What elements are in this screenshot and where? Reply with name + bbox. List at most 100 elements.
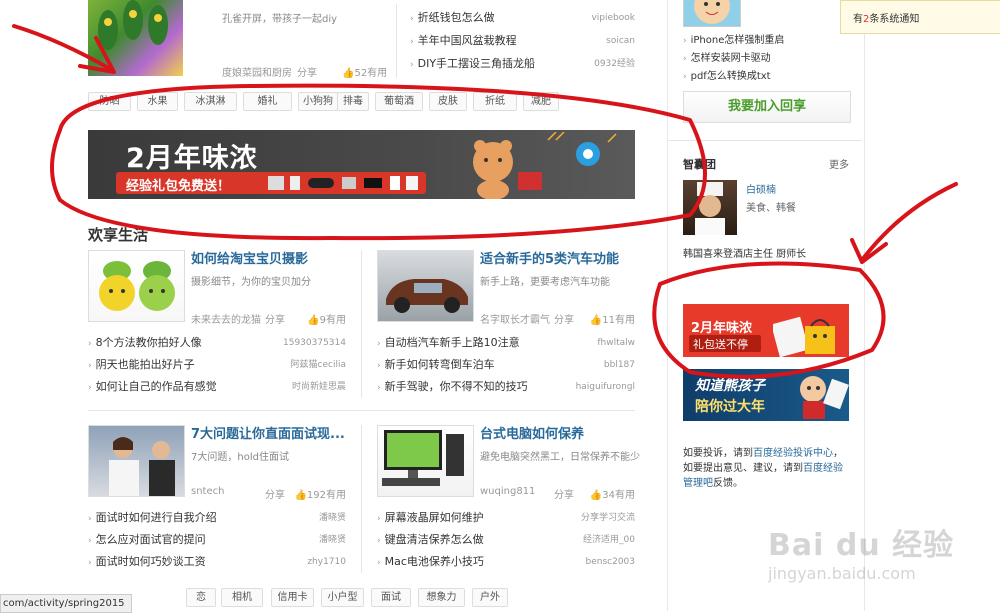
share-link[interactable]: 分享 [265,311,285,326]
ad-line2: 礼包送不停 [689,335,761,352]
card-author-name[interactable]: 度娘菜园和厨房 [222,64,292,79]
list-item-source[interactable]: 潘晓贤 [319,509,346,527]
card-title[interactable]: 如何给淘宝宝贝摄影 [191,248,308,267]
tag-chip[interactable]: 小户型 [321,588,364,607]
list-item-title[interactable]: Mac电池保养小技巧 [385,555,484,568]
tag-chip[interactable]: 相机 [221,588,263,607]
card-author-name[interactable]: sntech [191,486,224,497]
list-item[interactable]: › 阴天也能拍出好片子 阿兹猫cecilia [88,356,346,374]
sidebar-ad-kids[interactable]: 知道熊孩子 陪你过大年 [683,369,849,421]
list-item-title[interactable]: 屏幕液晶屏如何维护 [385,511,484,524]
list-item-title[interactable]: 8个方法教你拍好人像 [96,336,202,349]
tag-chip[interactable]: 折纸 [473,92,517,111]
share-link[interactable]: 分享 [554,486,574,501]
person-name[interactable]: 白硕楠 [746,181,776,196]
list-item-title[interactable]: 面试时如何巧妙谈工资 [96,555,206,568]
list-item-title[interactable]: 如何让自己的作品有感觉 [96,380,217,393]
list-item-source[interactable]: 时尚新娃思晨 [292,378,346,396]
tag-chip[interactable]: 恋 [186,588,216,607]
tag-chip[interactable]: 葡萄酒 [375,92,423,111]
card-thumbnail[interactable] [88,250,185,322]
tag-chip[interactable]: 水果 [137,92,178,111]
card-title[interactable]: 7大问题让你直面面试现... [191,423,345,442]
list-item-title[interactable]: DIY手工摆设三角插龙船 [418,57,535,70]
list-item-title[interactable]: 阴天也能拍出好片子 [96,358,195,371]
list-item-source[interactable]: bensc2003 [586,553,636,571]
card-author-name[interactable]: 未来去去的龙猫 [191,311,261,326]
tag-chip[interactable]: 小狗狗 [298,92,338,111]
useful-count: 👍9有用 [307,311,346,326]
tag-chip[interactable]: 婚礼 [243,92,292,111]
join-button[interactable]: 我要加入回享 [683,91,851,123]
list-item-title[interactable]: 新手如何转弯倒车泊车 [385,358,495,371]
list-item[interactable]: › 8个方法教你拍好人像 15930375314 [88,334,346,352]
peacock-thumbnail[interactable] [88,0,183,76]
system-notice[interactable]: 有2条系统通知 [840,0,1000,34]
list-item[interactable]: › 新手如何转弯倒车泊车 bbl187 [377,356,635,374]
list-item-title[interactable]: 怎么应对面试官的提问 [96,533,206,546]
complaint-center-link[interactable]: 百度经验投诉中心 [753,448,833,459]
list-item-source[interactable]: soican [606,32,635,50]
tag-chip[interactable]: 户外 [472,588,508,607]
list-item[interactable]: › 面试时如何巧妙谈工资 zhy1710 [88,553,346,571]
sidebar-link-text[interactable]: 怎样安装网卡驱动 [691,53,771,64]
tag-chip[interactable]: 冰淇淋 [184,92,237,111]
user-avatar[interactable] [683,0,741,27]
tag-chip[interactable]: 信用卡 [271,588,314,607]
list-item[interactable]: › Mac电池保养小技巧 bensc2003 [377,553,635,571]
sidebar-ad-spring[interactable]: 2月年味浓 礼包送不停 [683,304,849,357]
share-link[interactable]: 分享 [265,486,285,501]
card-author-name[interactable]: wuqing811 [480,486,535,497]
list-item-source[interactable]: bbl187 [604,356,635,374]
card-thumbnail[interactable] [377,425,474,497]
list-item-source[interactable]: fhwltalw [597,334,635,352]
list-item[interactable]: › DIY手工摆设三角插龙船 0932经验 [410,55,635,73]
list-item[interactable]: › 新手驾驶，你不得不知的技巧 haiguifurongl [377,378,635,396]
list-item[interactable]: › 怎么应对面试官的提问 潘晓贤 [88,531,346,549]
list-item[interactable]: › 羊年中国风盆栽教程 soican [410,32,635,50]
card-author-name[interactable]: 名字取长才霸气 [480,311,550,326]
list-item-title[interactable]: 羊年中国风盆栽教程 [418,34,517,47]
spring-festival-banner[interactable]: 2月年味浓 经验礼包免费送！ [88,130,635,199]
share-link[interactable]: 分享 [297,64,317,79]
list-item-title[interactable]: 面试时如何进行自我介绍 [96,511,217,524]
sidebar-link[interactable]: › pdf怎么转换成txt [683,68,771,86]
list-item[interactable]: › 屏幕液晶屏如何维护 分享学习交流 [377,509,635,527]
chef-photo[interactable] [683,180,737,235]
sidebar-link-text[interactable]: pdf怎么转换成txt [691,71,771,82]
sidebar-link[interactable]: › 怎样安装网卡驱动 [683,50,771,68]
list-item-source[interactable]: 阿兹猫cecilia [291,356,346,374]
card-thumbnail[interactable] [88,425,185,497]
tag-chip[interactable]: 减肥 [523,92,559,111]
list-item-source[interactable]: zhy1710 [307,553,346,571]
more-link[interactable]: 更多 [829,156,849,171]
list-item-source[interactable]: 分享学习交流 [581,509,635,527]
list-item-source[interactable]: vipiebook [591,9,635,27]
list-item-source[interactable]: 潘晓贤 [319,531,346,549]
list-item-title[interactable]: 新手驾驶，你不得不知的技巧 [385,380,528,393]
list-item-title[interactable]: 键盘清洁保养怎么做 [385,533,484,546]
list-item-source[interactable]: 15930375314 [283,334,346,352]
list-item-source[interactable]: haiguifurongl [576,378,635,396]
sidebar-link[interactable]: › iPhone怎样强制重启 [683,32,784,50]
tag-chip[interactable]: 防晒 [88,92,131,111]
list-item[interactable]: › 键盘清洁保养怎么做 经济适用_00 [377,531,635,549]
list-item-source[interactable]: 经济适用_00 [583,531,635,549]
list-item-source[interactable]: 0932经验 [594,55,635,73]
card-title[interactable]: 台式电脑如何保养 [480,423,584,442]
list-item[interactable]: › 如何让自己的作品有感觉 时尚新娃思晨 [88,378,346,396]
card-thumbnail[interactable] [377,250,474,322]
card-title[interactable]: 适合新手的5类汽车功能 [480,248,619,267]
tag-chip[interactable]: 想象力 [418,588,465,607]
tag-chip[interactable]: 皮肤 [429,92,467,111]
list-item[interactable]: › 面试时如何进行自我介绍 潘晓贤 [88,509,346,527]
list-item-title[interactable]: 折纸钱包怎么做 [418,11,495,24]
list-item-title[interactable]: 自动档汽车新手上路10注意 [385,336,520,349]
card-author[interactable]: 孔雀开屏，带孩子一起diy [222,10,337,25]
tag-chip[interactable]: 排毒 [337,92,369,111]
tag-chip[interactable]: 面试 [371,588,411,607]
share-link[interactable]: 分享 [554,311,574,326]
list-item[interactable]: › 折纸钱包怎么做 vipiebook [410,9,635,27]
sidebar-link-text[interactable]: iPhone怎样强制重启 [691,35,785,46]
list-item[interactable]: › 自动档汽车新手上路10注意 fhwltalw [377,334,635,352]
